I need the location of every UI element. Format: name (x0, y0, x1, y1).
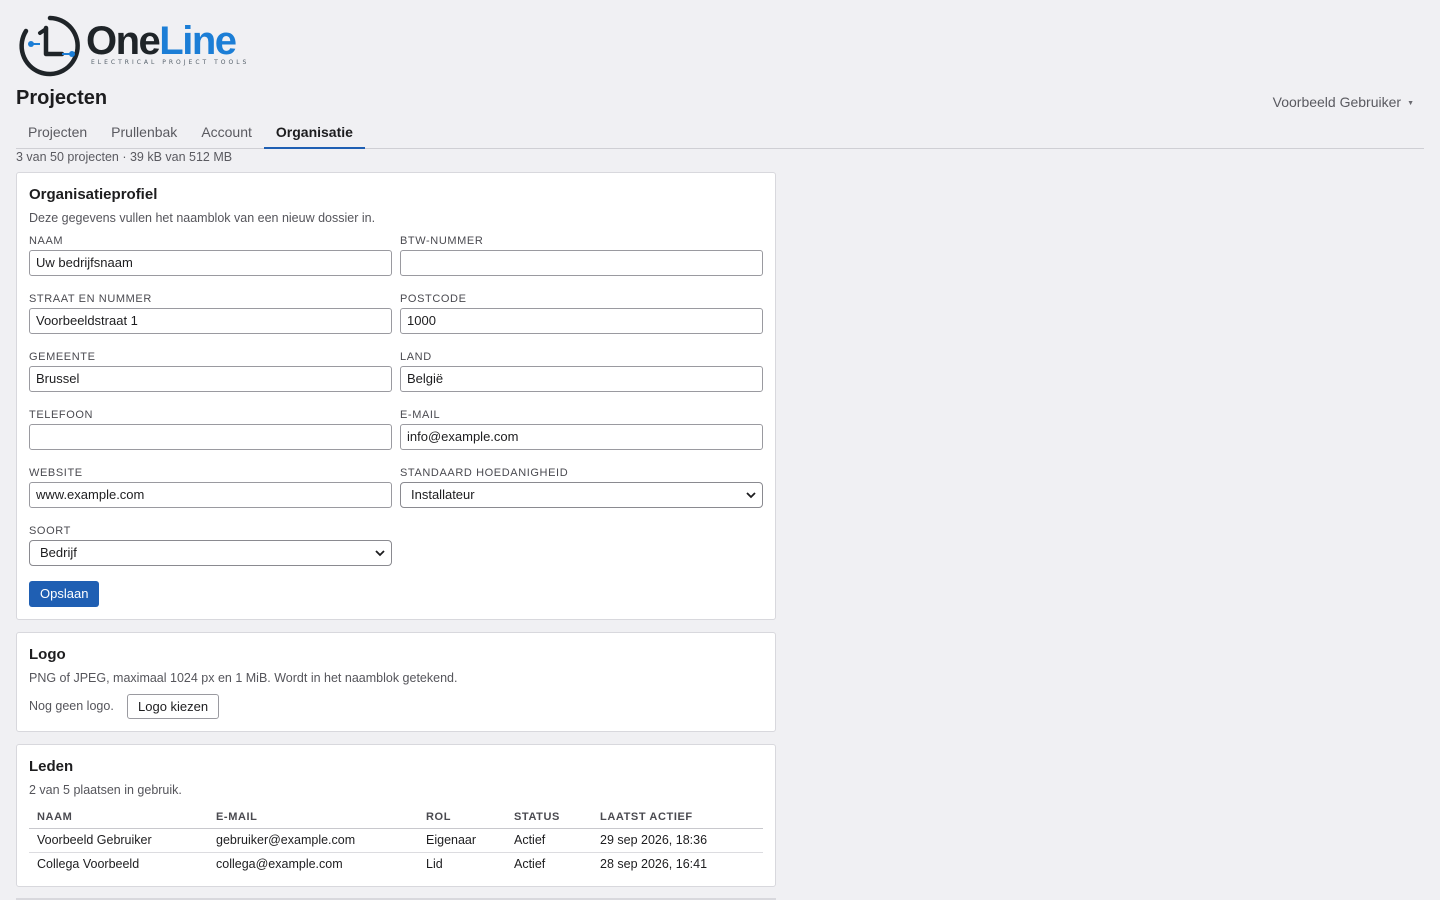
chevron-down-icon (375, 550, 385, 557)
logo-card: Logo PNG of JPEG, maximaal 1024 px en 1 … (16, 632, 776, 732)
website-label: WEBSITE (29, 467, 83, 479)
website-field-group: WEBSITE www.example.com (29, 466, 392, 508)
naam-label: NAAM (29, 235, 64, 247)
save-button[interactable]: Opslaan (29, 581, 100, 607)
oneline-logo-mark-icon (19, 15, 80, 77)
column-header-status: STATUS (506, 806, 592, 829)
email-label: E-MAIL (400, 409, 441, 421)
tab-bar: Projecten Prullenbak Account Organisatie (16, 117, 1424, 149)
postcode-field-group: POSTCODE 1000 (400, 292, 763, 334)
caret-down-icon: ▼ (1407, 99, 1414, 107)
members-table: NAAM E-MAIL ROL STATUS LAATST ACTIEF Voo… (29, 806, 763, 876)
usage-summary: 3 van 50 projecten · 39 kB van 512 MB (16, 150, 233, 164)
brand-tagline: ELECTRICAL PROJECT TOOLS (91, 58, 250, 66)
land-input[interactable]: België (400, 366, 763, 392)
btw-label: BTW-NUMMER (400, 235, 484, 247)
card-title: Organisatieprofiel (29, 186, 158, 203)
members-card: Leden 2 van 5 plaatsen in gebruik. NAAM … (16, 744, 776, 887)
column-header-rol: ROL (418, 806, 506, 829)
card-title: Leden (29, 758, 74, 775)
choose-logo-button[interactable]: Logo kiezen (127, 694, 220, 719)
telefoon-field-group: TELEFOON (29, 408, 392, 450)
card-title: Logo (29, 646, 66, 663)
page-title: Projecten (16, 87, 108, 109)
brand-name: OneLine (86, 18, 237, 63)
straat-field-group: STRAAT EN NUMMER Voorbeeldstraat 1 (29, 292, 392, 334)
member-role: Lid (426, 857, 443, 872)
column-header-laatst-actief: LAATST ACTIEF (592, 806, 763, 829)
column-header-email: E-MAIL (208, 806, 418, 829)
email-input[interactable]: info@example.com (400, 424, 763, 450)
member-email: collega@example.com (216, 857, 343, 872)
tab-account[interactable]: Account (189, 117, 264, 149)
member-last-active: 29 sep 2026, 18:36 (592, 828, 763, 853)
member-last-active: 28 sep 2026, 16:41 (600, 857, 708, 872)
column-header-naam: NAAM (29, 806, 208, 829)
gemeente-label: GEMEENTE (29, 351, 96, 363)
organisation-profile-card: Organisatieprofiel Deze gegevens vullen … (16, 172, 776, 620)
naam-input[interactable]: Uw bedrijfsnaam (29, 250, 392, 276)
logo-status: Nog geen logo. (29, 699, 114, 713)
soort-select[interactable]: Bedrijf (29, 540, 392, 566)
hoedanigheid-selected-value: Installateur (411, 487, 475, 502)
member-status: Actief (514, 857, 546, 872)
telefoon-label: TELEFOON (29, 409, 94, 421)
soort-label: SOORT (29, 525, 71, 537)
table-header-row: NAAM E-MAIL ROL STATUS LAATST ACTIEF (29, 806, 763, 829)
btw-input[interactable] (400, 250, 763, 276)
hoedanigheid-field-group: STANDAARD HOEDANIGHEID Installateur (400, 466, 763, 508)
member-role: Eigenaar (418, 828, 506, 853)
soort-selected-value: Bedrijf (40, 545, 77, 560)
hoedanigheid-label: STANDAARD HOEDANIGHEID (400, 467, 569, 479)
land-label: LAND (400, 351, 432, 363)
email-field-group: E-MAIL info@example.com (400, 408, 763, 450)
card-description: 2 van 5 plaatsen in gebruik. (29, 783, 182, 797)
user-menu[interactable]: Voorbeeld Gebruiker ▼ (1273, 94, 1414, 110)
tab-projecten[interactable]: Projecten (16, 117, 99, 149)
chevron-down-icon (746, 492, 756, 499)
member-name: Collega Voorbeeld (37, 857, 140, 872)
naam-field-group: NAAM Uw bedrijfsnaam (29, 234, 392, 276)
member-name: Voorbeeld Gebruiker (29, 828, 208, 853)
user-name: Voorbeeld Gebruiker (1272, 94, 1402, 110)
table-row: Voorbeeld Gebruiker gebruiker@example.co… (29, 828, 763, 853)
gemeente-field-group: GEMEENTE Brussel (29, 350, 392, 392)
telefoon-input[interactable] (29, 424, 392, 450)
tab-prullenbak[interactable]: Prullenbak (99, 117, 189, 149)
land-field-group: LAND België (400, 350, 763, 392)
hoedanigheid-select[interactable]: Installateur (400, 482, 763, 508)
website-input[interactable]: www.example.com (29, 482, 392, 508)
member-status: Actief (506, 828, 592, 853)
tab-organisatie[interactable]: Organisatie (263, 117, 365, 149)
card-description: Deze gegevens vullen het naamblok van ee… (29, 211, 376, 225)
oneline-logo[interactable]: OneLine ELECTRICAL PROJECT TOOLS (18, 14, 249, 78)
soort-field-group: SOORT Bedrijf (29, 524, 392, 566)
postcode-input[interactable]: 1000 (400, 308, 763, 334)
card-description: PNG of JPEG, maximaal 1024 px en 1 MiB. … (29, 671, 458, 685)
table-row: Collega Voorbeeld collega@example.com Li… (29, 852, 763, 876)
gemeente-input[interactable]: Brussel (29, 366, 392, 392)
member-email: gebruiker@example.com (208, 828, 418, 853)
straat-label: STRAAT EN NUMMER (29, 293, 152, 305)
postcode-label: POSTCODE (400, 293, 467, 305)
btw-field-group: BTW-NUMMER (400, 234, 763, 276)
straat-input[interactable]: Voorbeeldstraat 1 (29, 308, 392, 334)
